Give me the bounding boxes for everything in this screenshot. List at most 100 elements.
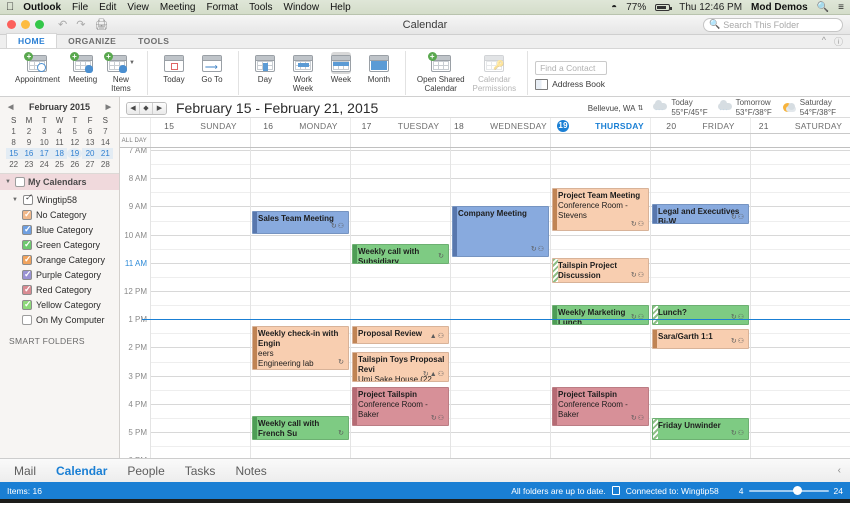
day-column-2[interactable]: Weekly call with Subsidiary ↻ Proposal Rev… [350, 148, 450, 458]
calendar-navigation[interactable]: ◀ ◆ ▶ [126, 101, 167, 115]
mini-cal-day[interactable]: 12 [67, 137, 82, 148]
day-columns[interactable]: Sales Team Meeting ↻⚇ Weekly check-in with… [150, 148, 850, 458]
mini-cal-day[interactable]: 21 [97, 148, 113, 159]
calendar-event[interactable]: Tailspin Toys Proposal Revi Umi Sake Hous… [352, 352, 449, 382]
category-row-1[interactable]: Blue Category [0, 222, 119, 237]
category-row-5[interactable]: Red Category [0, 282, 119, 297]
calendar-event[interactable]: Project Team Meeting Conference Room - St… [552, 187, 649, 232]
account-row-wingtip58[interactable]: ▼ ✓ Wingtip58 [0, 192, 119, 207]
calendar-event[interactable]: Sales Team Meeting ↻⚇ [252, 211, 349, 234]
maximize-icon[interactable] [35, 20, 44, 29]
calendar-event[interactable]: Proposal Review ▲⚇ [352, 326, 449, 345]
search-input[interactable]: 🔍 Search This Folder [703, 17, 843, 32]
menu-item-help[interactable]: Help [330, 2, 351, 13]
all-day-cell-1[interactable] [250, 134, 350, 147]
category-row-3[interactable]: Orange Category [0, 252, 119, 267]
my-calendars-header[interactable]: ▼ My Calendars [0, 173, 119, 190]
calendar-event[interactable]: Weekly call with Subsidiary ↻ [352, 243, 449, 265]
tab-organize[interactable]: ORGANIZE [57, 34, 127, 48]
calendar-grid[interactable]: 7 AM 8 AM 9 AM 10 AM 11 AM 12 PM 1 PM 2 PM 3 PM 4… [120, 148, 850, 458]
week-view-button[interactable]: Week [322, 51, 360, 85]
mini-cal-day[interactable]: 14 [98, 137, 113, 148]
tab-tools[interactable]: TOOLS [127, 34, 180, 48]
category-row-4[interactable]: Purple Category [0, 267, 119, 282]
new-items-button[interactable]: + ▼ New Items [102, 51, 140, 94]
calendar-event[interactable]: Weekly call with French Su ↻ [252, 415, 349, 441]
all-day-cell-3[interactable] [450, 134, 550, 147]
print-icon[interactable]: 🖨 [94, 18, 108, 31]
open-shared-calendar-button[interactable]: + Open Shared Calendar [413, 51, 469, 94]
window-controls[interactable] [7, 20, 44, 29]
redo-icon[interactable]: ↷ [76, 18, 85, 31]
all-day-cell-4[interactable] [550, 134, 650, 147]
calendar-event[interactable]: Weekly Marketing Lunch ↻⚇ [552, 305, 649, 326]
mini-cal-day[interactable]: 15 [6, 148, 22, 159]
menu-item-view[interactable]: View [127, 2, 149, 13]
help-icon[interactable]: ⓘ [834, 35, 843, 48]
on-my-computer-row[interactable]: On My Computer [0, 312, 119, 327]
apple-icon[interactable]:  [6, 1, 14, 13]
menu-item-window[interactable]: Window [284, 2, 320, 13]
chevron-down-icon[interactable]: ▼ [12, 197, 19, 203]
day-header-tuesday[interactable]: 17 TUESDAY [350, 118, 450, 133]
calendar-permissions-button[interactable]: 🔑 Calendar Permissions [469, 51, 521, 94]
menu-item-file[interactable]: File [72, 2, 88, 13]
category-row-2[interactable]: Green Category [0, 237, 119, 252]
mini-cal-next-icon[interactable]: ▶ [106, 103, 111, 111]
account-checkbox[interactable]: ✓ [23, 193, 33, 205]
category-row-6[interactable]: Yellow Category [0, 297, 119, 312]
address-book-button[interactable]: Address Book [535, 78, 605, 90]
day-header-monday[interactable]: 16 MONDAY [250, 118, 350, 133]
day-column-3[interactable]: Company Meeting ↻⚇ [450, 148, 550, 458]
calendar-event[interactable]: Project Tailspin Conference Room - Baker ↻… [352, 387, 449, 427]
menu-app-name[interactable]: Outlook [23, 2, 61, 13]
day-column-5[interactable]: Legal and Executives Bi-W ↻⚇ Lunch? ↻⚇ Sara/… [650, 148, 750, 458]
mini-cal-day[interactable]: 26 [67, 159, 82, 170]
mini-cal-day[interactable]: 27 [82, 159, 97, 170]
mini-cal-day[interactable]: 28 [98, 159, 113, 170]
mini-cal-day[interactable]: 9 [21, 137, 36, 148]
mini-calendar-grid[interactable]: SMTWTFS 1 2 3 4 5 6 7 8 9 10 11 12 13 14 15 16 17 18 19 20 2… [6, 115, 113, 170]
day-column-0[interactable] [150, 148, 250, 458]
menu-item-meeting[interactable]: Meeting [160, 2, 196, 13]
mini-cal-day[interactable]: 5 [67, 126, 82, 137]
day-header-saturday[interactable]: 21 SATURDAY [750, 118, 850, 133]
chevron-down-icon[interactable]: ▼ [5, 179, 12, 185]
chevron-up-icon[interactable]: ^ [822, 35, 826, 48]
day-header-friday[interactable]: 20 FRIDAY [650, 118, 750, 133]
zoom-slider-track[interactable] [748, 485, 829, 495]
mini-cal-day[interactable]: 23 [21, 159, 36, 170]
calendar-event[interactable]: Company Meeting ↻⚇ [452, 206, 549, 257]
category-checkbox[interactable] [22, 269, 32, 280]
category-row-0[interactable]: No Category [0, 207, 119, 222]
day-column-6[interactable] [750, 148, 850, 458]
category-checkbox[interactable] [22, 284, 32, 295]
mini-cal-day[interactable]: 1 [6, 126, 21, 137]
mini-cal-day[interactable]: 19 [67, 148, 83, 159]
day-header-wednesday[interactable]: 18 WEDNESDAY [450, 118, 550, 133]
category-checkbox[interactable] [22, 299, 32, 310]
day-column-4[interactable]: Project Team Meeting Conference Room - St… [550, 148, 650, 458]
mini-cal-day[interactable]: 11 [52, 137, 67, 148]
day-header-thursday[interactable]: 19 THURSDAY [550, 118, 650, 133]
mini-cal-day[interactable]: 17 [36, 148, 52, 159]
all-day-cell-0[interactable] [150, 134, 250, 147]
menu-clock[interactable]: Thu 12:46 PM [679, 2, 742, 13]
goto-button[interactable]: ⟶ Go To [193, 51, 231, 85]
search-icon[interactable]: 🔍 [817, 2, 829, 13]
collapse-pane-icon[interactable]: ‹ [838, 465, 850, 476]
calendar-event[interactable]: Sara/Garth 1:1 ↻⚇ [652, 328, 749, 349]
menu-user-name[interactable]: Mod Demos [751, 2, 808, 13]
today-button[interactable]: Today [155, 51, 193, 85]
mini-cal-day[interactable]: 3 [37, 126, 52, 137]
mini-cal-day[interactable]: 18 [51, 148, 68, 159]
list-icon[interactable]: ≡ [838, 2, 844, 13]
smart-folders-label[interactable]: SMART FOLDERS [0, 327, 119, 346]
new-meeting-button[interactable]: + Meeting [64, 51, 102, 85]
my-calendars-checkbox[interactable] [15, 177, 25, 187]
all-day-cell-5[interactable] [650, 134, 750, 147]
calendar-event[interactable]: Friday Unwinder ↻⚇ [652, 417, 749, 441]
calendar-event[interactable]: Project Tailspin Conference Room - Baker ↻… [552, 387, 649, 427]
nav-next-button[interactable]: ▶ [153, 102, 166, 114]
updown-chevron-icon[interactable]: ⇅ [638, 104, 644, 112]
